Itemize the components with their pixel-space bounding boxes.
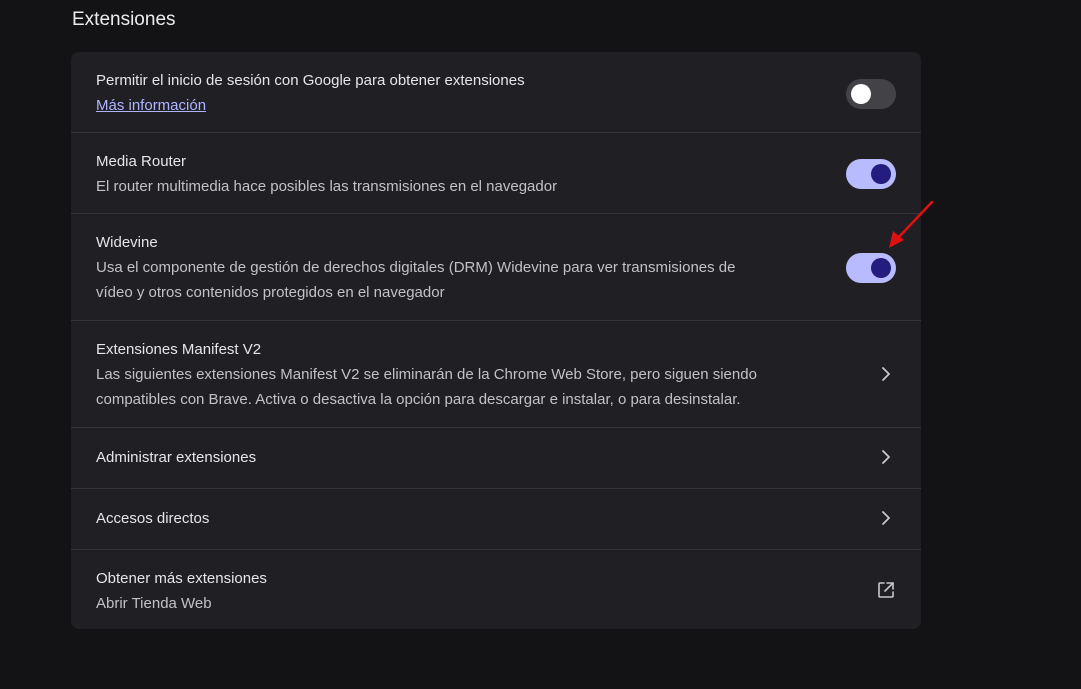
row-subtitle-line-1: Usa el componente de gestión de derechos…	[96, 259, 736, 276]
row-title: Extensiones Manifest V2	[96, 341, 262, 358]
row-subtitle: El router multimedia hace posibles las t…	[96, 178, 558, 195]
row-subtitle-line-2: vídeo y otros contenidos protegidos en e…	[96, 284, 445, 301]
row-manifest-v2[interactable]: Extensiones Manifest V2 Las siguientes e…	[71, 320, 921, 427]
chevron-right-icon[interactable]	[876, 508, 896, 528]
more-info-link[interactable]: Más información	[96, 93, 796, 118]
external-link-icon[interactable]	[876, 580, 896, 600]
toggle-knob	[871, 164, 891, 184]
row-manage-extensions[interactable]: Administrar extensiones	[71, 427, 921, 488]
extensions-card: Permitir el inicio de sesión con Google …	[71, 52, 921, 629]
row-title: Obtener más extensiones	[96, 570, 267, 587]
chevron-right-icon[interactable]	[876, 447, 896, 467]
row-widevine: Widevine Usa el componente de gestión de…	[71, 213, 921, 320]
row-media-router: Media Router El router multimedia hace p…	[71, 132, 921, 213]
row-get-more-extensions[interactable]: Obtener más extensiones Abrir Tienda Web	[71, 549, 921, 629]
row-title: Accesos directos	[96, 510, 210, 527]
widevine-toggle[interactable]	[846, 253, 896, 283]
row-google-signin: Permitir el inicio de sesión con Google …	[71, 52, 921, 132]
row-subtitle-line-1: Las siguientes extensiones Manifest V2 s…	[96, 366, 757, 383]
row-title: Permitir el inicio de sesión con Google …	[96, 72, 525, 89]
section-title: Extensiones	[72, 9, 176, 30]
settings-page: Extensiones Permitir el inicio de sesión…	[0, 0, 1081, 689]
toggle-knob	[871, 258, 891, 278]
row-title: Widevine	[96, 234, 158, 251]
row-title: Administrar extensiones	[96, 449, 257, 466]
row-shortcuts[interactable]: Accesos directos	[71, 488, 921, 549]
annotation-arrow-icon	[889, 200, 934, 248]
row-subtitle-line-2: compatibles con Brave. Activa o desactiv…	[96, 391, 741, 408]
toggle-knob	[851, 84, 871, 104]
row-subtitle: Abrir Tienda Web	[96, 595, 212, 612]
row-title: Media Router	[96, 153, 187, 170]
google-signin-toggle[interactable]	[846, 79, 896, 109]
media-router-toggle[interactable]	[846, 159, 896, 189]
chevron-right-icon[interactable]	[876, 364, 896, 384]
